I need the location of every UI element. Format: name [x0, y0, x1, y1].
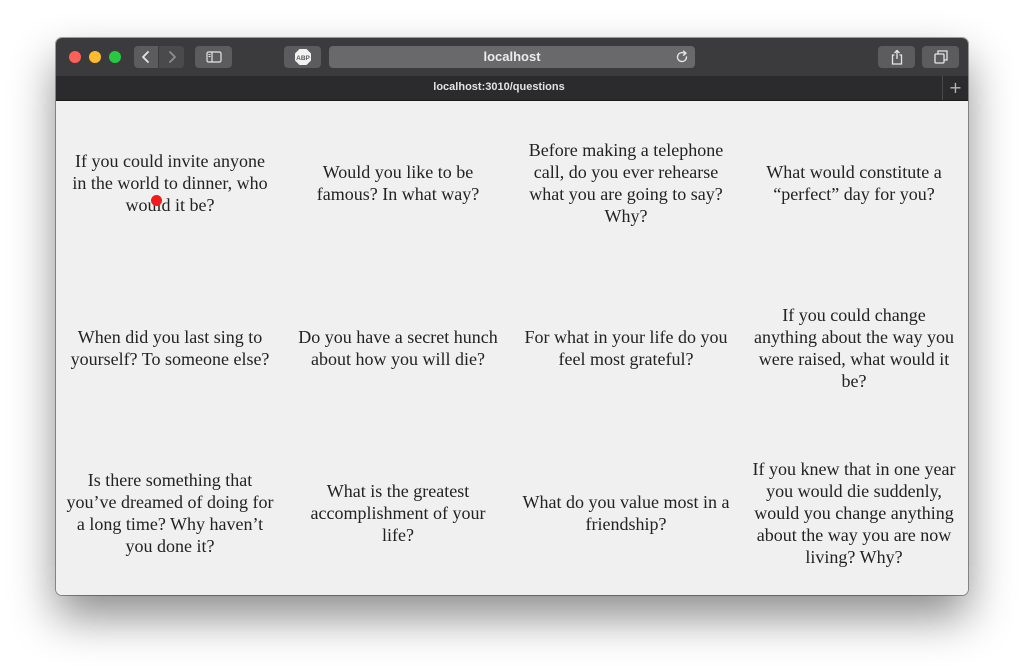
browser-window: ABP localhost localhost:3010/questions +… [56, 38, 968, 595]
question-text: Do you have a secret hunch about how you… [298, 326, 498, 369]
adblock-plus-label: ABP [296, 55, 310, 62]
question-text: Before making a telephone call, do you e… [528, 140, 724, 227]
active-tab[interactable]: localhost:3010/questions [56, 81, 942, 93]
question-text: If you could change anything about the w… [754, 304, 954, 391]
question-text: What is the greatest accomplishment of y… [310, 480, 486, 545]
question-card[interactable]: If you knew that in one year you would d… [740, 430, 968, 595]
question-text: If you knew that in one year you would d… [752, 458, 956, 567]
page-content: If you could invite anyone in the world … [56, 101, 968, 595]
share-icon [891, 49, 902, 65]
question-text: When did you last sing to yourself? To s… [70, 326, 270, 369]
question-text: Would you like to be famous? In what way… [316, 162, 480, 205]
question-text: Is there something that you’ve dreamed o… [66, 469, 274, 556]
question-card[interactable]: For what in your life do you feel most g… [512, 266, 740, 431]
share-button[interactable] [878, 46, 915, 68]
adblock-plus-button[interactable]: ABP [284, 46, 321, 68]
minimize-window-button[interactable] [89, 51, 101, 63]
question-card[interactable]: What do you value most in a friendship? [512, 430, 740, 595]
forward-button[interactable] [159, 46, 184, 68]
browser-toolbar: ABP localhost [56, 38, 968, 77]
address-bar[interactable]: localhost [329, 46, 695, 68]
back-button[interactable] [134, 46, 158, 68]
question-card[interactable]: Would you like to be famous? In what way… [284, 101, 512, 266]
question-card[interactable]: What is the greatest accomplishment of y… [284, 430, 512, 595]
question-text: For what in your life do you feel most g… [524, 326, 728, 369]
tabs-overview-icon [933, 50, 948, 64]
show-tabs-button[interactable] [922, 46, 959, 68]
question-card[interactable]: Do you have a secret hunch about how you… [284, 266, 512, 431]
address-text: localhost [483, 49, 541, 64]
question-text: What do you value most in a friendship? [522, 491, 730, 534]
reload-icon[interactable] [674, 49, 690, 65]
question-text: What would constitute a “perfect” day fo… [766, 162, 942, 205]
tab-bar: localhost:3010/questions + [56, 76, 968, 101]
sidebar-toggle-button[interactable] [195, 46, 232, 68]
question-card[interactable]: If you could change anything about the w… [740, 266, 968, 431]
cursor-marker [151, 195, 162, 206]
question-card[interactable]: Before making a telephone call, do you e… [512, 101, 740, 266]
question-text: If you could invite anyone in the world … [72, 151, 268, 216]
question-card[interactable]: When did you last sing to yourself? To s… [56, 266, 284, 431]
new-tab-button[interactable]: + [942, 76, 968, 100]
questions-grid: If you could invite anyone in the world … [56, 101, 968, 595]
sidebar-icon [205, 51, 222, 63]
question-card[interactable]: If you could invite anyone in the world … [56, 101, 284, 266]
chevron-right-icon [168, 51, 176, 63]
chevron-left-icon [142, 51, 149, 63]
question-card[interactable]: Is there something that you’ve dreamed o… [56, 430, 284, 595]
question-card[interactable]: What would constitute a “perfect” day fo… [740, 101, 968, 266]
maximize-window-button[interactable] [109, 51, 121, 63]
close-window-button[interactable] [69, 51, 81, 63]
adblock-plus-icon: ABP [294, 49, 311, 65]
